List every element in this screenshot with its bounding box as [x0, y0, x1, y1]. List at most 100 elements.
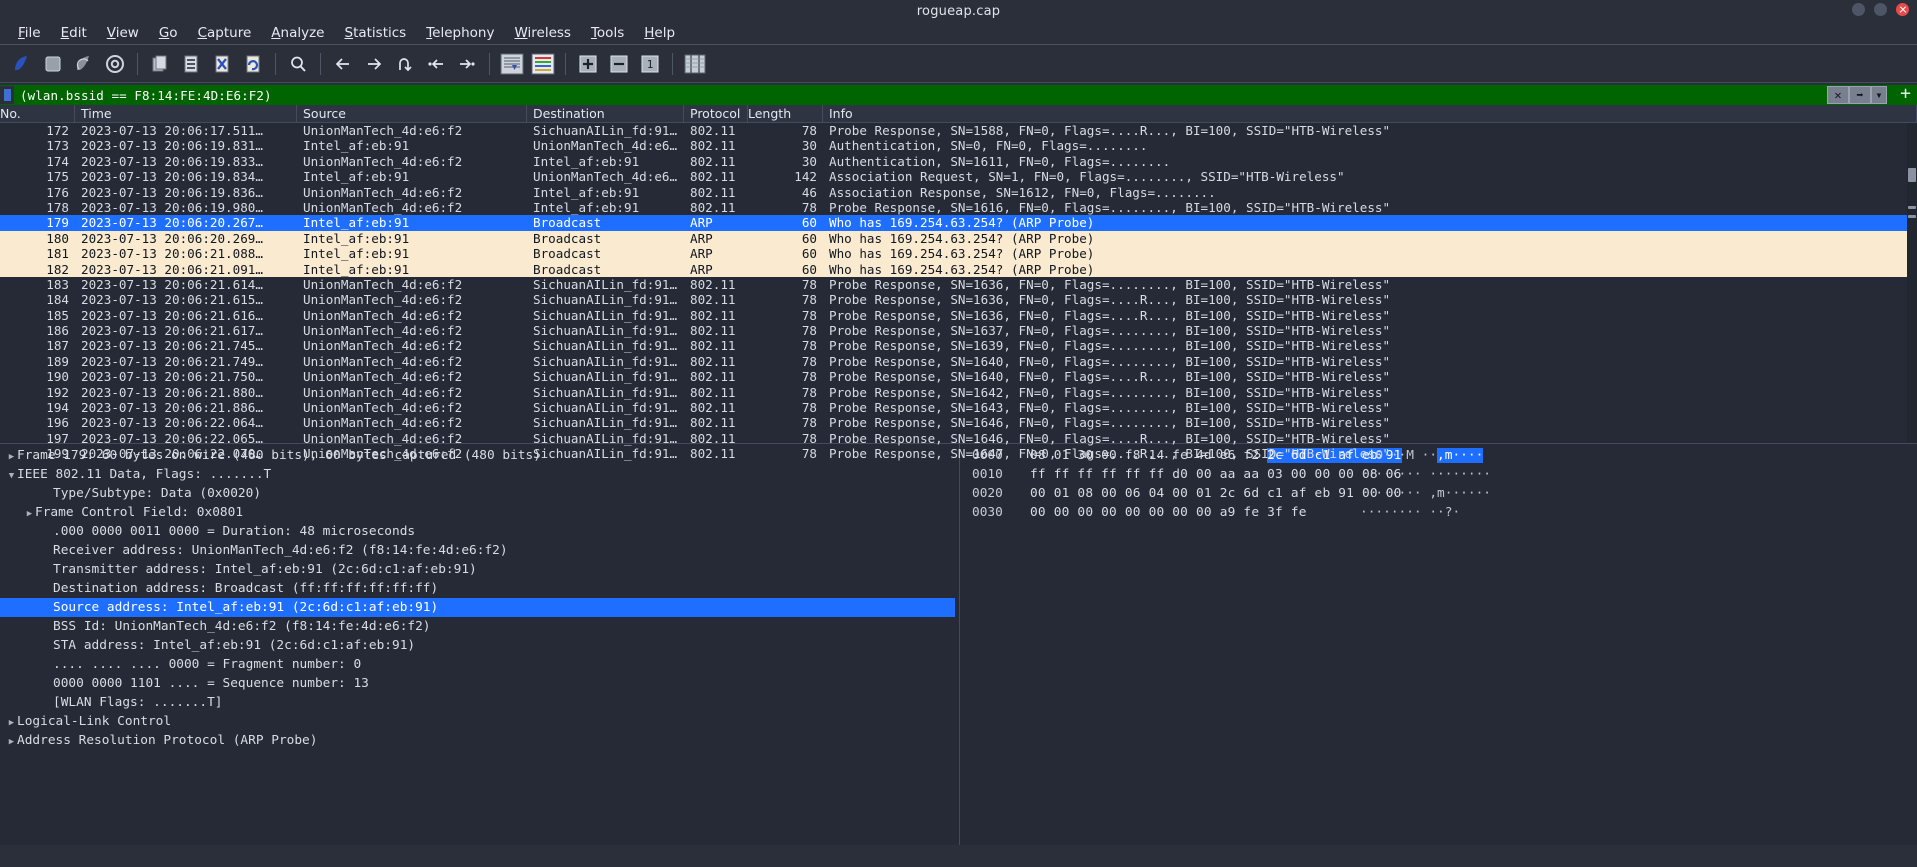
menu-item-edit[interactable]: Edit — [51, 23, 97, 43]
detail-line[interactable]: ▼ IEEE 802.11 Data, Flags: .......T — [0, 465, 959, 484]
packet-row[interactable]: 184 2023-07-13 20:06:21.615… UnionManTech_… — [0, 292, 1917, 307]
find-packet-icon[interactable] — [284, 50, 312, 78]
twisty-collapsed-icon[interactable]: ▶ — [24, 505, 35, 524]
packet-row[interactable]: 192 2023-07-13 20:06:21.880… UnionManTech_… — [0, 385, 1917, 400]
menu-item-go[interactable]: Go — [149, 23, 188, 43]
packet-list-scrollbar[interactable] — [1907, 123, 1917, 443]
packet-row[interactable]: 182 2023-07-13 20:06:21.091… Intel_af:eb:9… — [0, 261, 1917, 277]
packet-row[interactable]: 176 2023-07-13 20:06:19.836… UnionManTech_… — [0, 185, 1917, 200]
capture-options-icon[interactable] — [101, 50, 129, 78]
packet-row[interactable]: 189 2023-07-13 20:06:21.749… UnionManTech_… — [0, 354, 1917, 369]
detail-line[interactable]: Type/Subtype: Data (0x0020) — [0, 484, 959, 503]
menu-item-file[interactable]: File — [8, 23, 51, 43]
packet-row[interactable]: 183 2023-07-13 20:06:21.614… UnionManTech_… — [0, 277, 1917, 292]
go-to-last-packet-icon[interactable] — [453, 50, 481, 78]
minimize-button[interactable] — [1852, 3, 1865, 16]
column-header-time[interactable]: Time — [75, 104, 297, 123]
packet-detail-pane[interactable]: ▶ Frame 179: 60 bytes on wire (480 bits),… — [0, 444, 960, 845]
detail-line[interactable]: .000 0000 0011 0000 = Duration: 48 micro… — [0, 522, 959, 541]
zoom-in-icon[interactable] — [574, 50, 602, 78]
restart-capture-icon[interactable] — [70, 50, 98, 78]
column-header-destination[interactable]: Destination — [527, 104, 684, 123]
menu-item-tools[interactable]: Tools — [581, 23, 634, 43]
go-to-packet-icon[interactable] — [391, 50, 419, 78]
hex-row[interactable]: 0020 00 01 08 00 06 04 00 01 2c 6d c1 af … — [972, 484, 1917, 503]
menu-item-view[interactable]: View — [97, 23, 149, 43]
resize-columns-icon[interactable] — [681, 50, 709, 78]
scrollbar-thumb[interactable] — [1908, 168, 1916, 182]
hex-row[interactable]: 0010 ff ff ff ff ff ff d0 00 aa aa 03 00 … — [972, 465, 1917, 484]
hex-row[interactable]: 0030 00 00 00 00 00 00 00 00 a9 fe 3f fe ·… — [972, 503, 1917, 522]
menu-item-statistics[interactable]: Statistics — [334, 23, 416, 43]
column-header-info[interactable]: Info — [823, 104, 1917, 123]
go-forward-icon[interactable] — [360, 50, 388, 78]
detail-line[interactable]: Source address: Intel_af:eb:91 (2c:6d:c1… — [0, 598, 955, 617]
packet-row[interactable]: 199 2023-07-13 20:06:22.070… UnionManTech_… — [0, 446, 1917, 461]
detail-line[interactable]: BSS Id: UnionManTech_4d:e6:f2 (f8:14:fe:… — [0, 617, 959, 636]
packet-row[interactable]: 174 2023-07-13 20:06:19.833… UnionManTech_… — [0, 154, 1917, 169]
filter-buttons[interactable]: ✕ ➡ ▾ — [1827, 85, 1887, 105]
clear-filter-button[interactable]: ✕ — [1827, 86, 1849, 104]
detail-line[interactable]: ▶ Frame Control Field: 0x0801 — [0, 503, 959, 522]
detail-line[interactable]: .... .... .... 0000 = Fragment number: 0 — [0, 655, 959, 674]
packet-row[interactable]: 178 2023-07-13 20:06:19.980… UnionManTech_… — [0, 200, 1917, 215]
packet-row[interactable]: 196 2023-07-13 20:06:22.064… UnionManTech_… — [0, 415, 1917, 430]
packet-list-header[interactable]: No. Time Source Destination Protocol Length In… — [0, 104, 1917, 123]
open-file-icon[interactable] — [146, 50, 174, 78]
window-controls[interactable] — [1852, 3, 1909, 16]
packet-list-pane[interactable]: No. Time Source Destination Protocol Length In… — [0, 104, 1917, 461]
autoscroll-icon[interactable] — [498, 50, 526, 78]
packet-row[interactable]: 181 2023-07-13 20:06:21.088… Intel_af:eb:9… — [0, 246, 1917, 262]
packet-row[interactable]: 190 2023-07-13 20:06:21.750… UnionManTech_… — [0, 369, 1917, 384]
packet-row[interactable]: 175 2023-07-13 20:06:19.834… Intel_af:eb:9… — [0, 169, 1917, 184]
save-file-icon[interactable] — [177, 50, 205, 78]
detail-line[interactable]: 0000 0000 1101 .... = Sequence number: 1… — [0, 674, 959, 693]
menu-item-analyze[interactable]: Analyze — [261, 23, 334, 43]
apply-filter-button[interactable]: ➡ — [1849, 86, 1871, 104]
display-filter-input[interactable]: (wlan.bssid == F8:14:FE:4D:E6:F2) — [14, 88, 1917, 103]
main-toolbar[interactable]: 1 — [0, 45, 1917, 83]
menu-item-help[interactable]: Help — [634, 23, 685, 43]
column-header-no[interactable]: No. — [0, 104, 75, 123]
packet-row[interactable]: 187 2023-07-13 20:06:21.745… UnionManTech_… — [0, 338, 1917, 353]
filter-bookmark-icon[interactable] — [0, 86, 14, 104]
twisty-collapsed-icon[interactable]: ▶ — [6, 733, 17, 752]
twisty-expanded-icon[interactable]: ▼ — [6, 467, 17, 486]
packet-bytes-pane[interactable]: 0000 08 01 30 00 f8 14 fe 4d e6 f2 2c 6d … — [960, 444, 1917, 845]
detail-line[interactable]: Transmitter address: Intel_af:eb:91 (2c:… — [0, 560, 959, 579]
reload-file-icon[interactable] — [239, 50, 267, 78]
column-header-length[interactable]: Length — [748, 104, 823, 123]
packet-row[interactable]: 194 2023-07-13 20:06:21.886… UnionManTech_… — [0, 400, 1917, 415]
display-filter-bar[interactable]: (wlan.bssid == F8:14:FE:4D:E6:F2) ✕ ➡ ▾ … — [0, 85, 1917, 105]
packet-row[interactable]: 173 2023-07-13 20:06:19.831… Intel_af:eb:9… — [0, 138, 1917, 153]
column-header-protocol[interactable]: Protocol — [684, 104, 748, 123]
detail-line[interactable]: ▶ Logical-Link Control — [0, 712, 959, 731]
zoom-reset-icon[interactable]: 1 — [636, 50, 664, 78]
zoom-out-icon[interactable] — [605, 50, 633, 78]
detail-line[interactable]: Receiver address: UnionManTech_4d:e6:f2 … — [0, 541, 959, 560]
close-button[interactable] — [1896, 3, 1909, 16]
packet-row[interactable]: 179 2023-07-13 20:06:20.267… Intel_af:eb:9… — [0, 215, 1917, 231]
packet-row[interactable]: 180 2023-07-13 20:06:20.269… Intel_af:eb:9… — [0, 230, 1917, 247]
menu-item-telephony[interactable]: Telephony — [416, 23, 504, 43]
packet-row[interactable]: 172 2023-07-13 20:06:17.511… UnionManTech_… — [0, 123, 1917, 138]
menu-item-capture[interactable]: Capture — [188, 23, 262, 43]
detail-line[interactable]: STA address: Intel_af:eb:91 (2c:6d:c1:af… — [0, 636, 959, 655]
menu-item-wireless[interactable]: Wireless — [504, 23, 581, 43]
detail-line[interactable]: Destination address: Broadcast (ff:ff:ff… — [0, 579, 959, 598]
packet-list-rows[interactable]: 172 2023-07-13 20:06:17.511… UnionManTech_… — [0, 123, 1917, 462]
menu-bar[interactable]: File Edit View Go Capture Analyze Statistics Te… — [0, 22, 1917, 44]
column-header-source[interactable]: Source — [297, 104, 527, 123]
stop-capture-icon[interactable] — [39, 50, 67, 78]
go-back-icon[interactable] — [329, 50, 357, 78]
filter-dropdown-button[interactable]: ▾ — [1871, 86, 1887, 104]
maximize-button[interactable] — [1874, 3, 1887, 16]
add-filter-button[interactable]: + — [1900, 85, 1911, 103]
start-capture-icon[interactable] — [8, 50, 36, 78]
packet-row[interactable]: 186 2023-07-13 20:06:21.617… UnionManTech_… — [0, 323, 1917, 338]
packet-row[interactable]: 185 2023-07-13 20:06:21.616… UnionManTech_… — [0, 308, 1917, 323]
go-to-first-packet-icon[interactable] — [422, 50, 450, 78]
detail-line[interactable]: ▶ Address Resolution Protocol (ARP Probe) — [0, 731, 959, 750]
close-file-icon[interactable] — [208, 50, 236, 78]
colorize-packets-icon[interactable] — [529, 50, 557, 78]
